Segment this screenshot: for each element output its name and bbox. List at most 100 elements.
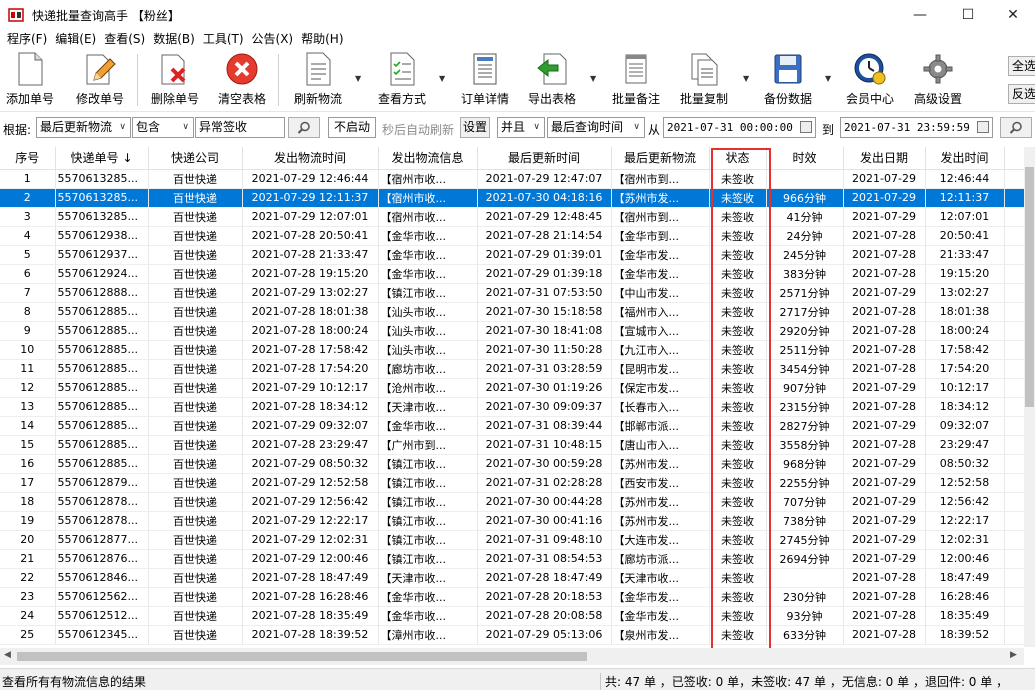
edit-number-button[interactable]: 修改单号 [72,52,128,108]
field-select[interactable]: 最后更新物流 ∨ [36,117,131,138]
cell-index: 23 [0,587,56,607]
batch-copy-dropdown-arrow[interactable]: ▼ [743,74,749,83]
menu-program[interactable]: 程序(F) [3,30,51,48]
keyword-input[interactable]: 异常签收 [195,117,285,138]
cell-tracking-number: 5570612938... [55,226,149,246]
calendar-icon[interactable] [800,121,812,133]
horizontal-scrollbar[interactable]: ◀ ▶ [0,648,1024,665]
col-header-send-clock[interactable]: 发出时间 [925,147,1005,170]
export-table-button[interactable]: 导出表格 [524,52,580,108]
view-mode-dropdown-arrow[interactable]: ▼ [439,74,445,83]
clear-table-button[interactable]: 清空表格 [214,52,270,108]
col-header-last-update-info[interactable]: 最后更新物流 [611,147,710,170]
table-row[interactable]: 18 5570612878... 百世快递 2021-07-29 12:56:42 【镇… [0,492,1024,512]
order-detail-button[interactable]: 订单详情 [457,52,513,108]
cell-send-info: 【镇江市收... [378,454,478,474]
table-row[interactable]: 8 5570612885... 百世快递 2021-07-28 18:01:38 【汕头… [0,302,1024,322]
col-header-index[interactable]: 序号 [0,147,56,170]
horizontal-scroll-thumb[interactable] [17,652,587,661]
auto-refresh-interval[interactable]: 不启动 [328,117,376,138]
table-row[interactable]: 11 5570612885... 百世快递 2021-07-28 17:54:20 【廊… [0,359,1024,379]
search-button[interactable] [288,117,320,138]
cell-tracking-number: 5570613285... [55,169,149,189]
backup-dropdown-arrow[interactable]: ▼ [825,74,831,83]
col-header-courier[interactable]: 快递公司 [148,147,243,170]
calendar-icon[interactable] [977,121,989,133]
cell-courier: 百世快递 [148,188,243,208]
minimize-button[interactable]: — [897,0,943,30]
table-row[interactable]: 15 5570612885... 百世快递 2021-07-28 23:29:47 【广… [0,435,1024,455]
table-row[interactable]: 4 5570612938... 百世快递 2021-07-28 20:50:41 【金华… [0,226,1024,246]
col-header-tracking-number[interactable]: 快递单号 ↓ [55,147,149,170]
menu-help[interactable]: 帮助(H) [297,30,347,48]
backup-data-button[interactable]: 备份数据 [760,52,816,108]
view-mode-button[interactable]: 查看方式 [374,52,430,108]
scroll-right-arrow-icon[interactable]: ▶ [1010,650,1017,660]
col-header-duration[interactable]: 时效 [766,147,844,170]
cell-last-update-time: 2021-07-28 20:08:58 [477,606,612,626]
basis-label: 根据: [3,123,32,137]
operator-select[interactable]: 包含 ∨ [132,117,194,138]
add-number-button[interactable]: 添加单号 [2,52,58,108]
toolbar-separator [278,54,279,106]
table-row[interactable]: 9 5570612885... 百世快递 2021-07-28 18:00:24 【汕头… [0,321,1024,341]
results-table[interactable]: 序号 快递单号 ↓ 快递公司 发出物流时间 发出物流信息 最后更新时间 最后更新物… [0,147,1024,647]
advanced-settings-button[interactable]: 高级设置 [910,52,966,108]
cell-index: 25 [0,625,56,645]
table-row[interactable]: 5 5570612937... 百世快递 2021-07-28 21:33:47 【金华… [0,245,1024,265]
batch-copy-button[interactable]: 批量复制 [676,52,732,108]
table-row[interactable]: 25 5570612345... 百世快递 2021-07-28 18:39:52 【漳… [0,625,1024,645]
table-row[interactable]: 7 5570612888... 百世快递 2021-07-29 13:02:27 【镇江… [0,283,1024,303]
table-row[interactable]: 19 5570612878... 百世快递 2021-07-29 12:22:17 【镇… [0,511,1024,531]
table-row[interactable]: 20 5570612877... 百世快递 2021-07-29 12:02:31 【镇… [0,530,1024,550]
vertical-scrollbar[interactable] [1024,147,1035,647]
col-header-status[interactable]: 状态 [709,147,767,170]
date-search-button[interactable] [1000,117,1032,138]
table-row[interactable]: 13 5570612885... 百世快递 2021-07-28 18:34:12 【天… [0,397,1024,417]
table-row[interactable]: 24 5570612512... 百世快递 2021-07-28 18:35:49 【金… [0,606,1024,626]
table-row[interactable]: 23 5570612562... 百世快递 2021-07-28 16:28:46 【金… [0,587,1024,607]
table-row[interactable]: 2 5570613285... 百世快递 2021-07-29 12:11:37 【宿州… [0,188,1024,208]
logic-select[interactable]: 并且 ∨ [497,117,545,138]
from-date-input[interactable]: 2021-07-31 00:00:00 [663,117,816,138]
menu-tools[interactable]: 工具(T) [199,30,248,48]
delete-number-button[interactable]: 删除单号 [147,52,203,108]
col-header-send-time[interactable]: 发出物流时间 [242,147,379,170]
refresh-logistics-button[interactable]: 刷新物流 [290,52,346,108]
settings-button[interactable]: 设置 [460,117,490,138]
table-row[interactable]: 6 5570612924... 百世快递 2021-07-28 19:15:20 【金华… [0,264,1024,284]
select-all-button[interactable]: 全选 [1008,56,1035,76]
table-row[interactable]: 17 5570612879... 百世快递 2021-07-29 12:52:58 【镇… [0,473,1024,493]
col-header-send-info[interactable]: 发出物流信息 [378,147,478,170]
cell-send-info: 【镇江市收... [378,473,478,493]
export-dropdown-arrow[interactable]: ▼ [590,74,596,83]
cell-tracking-number: 5570612878... [55,511,149,531]
table-row[interactable]: 3 5570613285... 百世快递 2021-07-29 12:07:01 【宿州… [0,207,1024,227]
table-row[interactable]: 22 5570612846... 百世快递 2021-07-28 18:47:49 【天… [0,568,1024,588]
table-row[interactable]: 14 5570612885... 百世快递 2021-07-29 09:32:07 【金… [0,416,1024,436]
table-row[interactable]: 1 5570613285... 百世快递 2021-07-29 12:46:44 【宿州… [0,169,1024,189]
menu-announcement[interactable]: 公告(X) [248,30,298,48]
batch-note-button[interactable]: 批量备注 [608,52,664,108]
scroll-left-arrow-icon[interactable]: ◀ [4,650,11,660]
menu-view[interactable]: 查看(S) [100,30,149,48]
col-header-send-date[interactable]: 发出日期 [843,147,926,170]
invert-selection-button[interactable]: 反选 [1008,84,1035,104]
field-select-value: 最后更新物流 [40,120,113,134]
refresh-dropdown-arrow[interactable]: ▼ [355,74,361,83]
cell-last-update-info: 【中山市发... [611,283,710,303]
close-button[interactable]: ✕ [990,0,1035,30]
col-header-last-update-time[interactable]: 最后更新时间 [477,147,612,170]
maximize-button[interactable]: ☐ [945,0,991,30]
menu-data[interactable]: 数据(B) [149,30,199,48]
table-row[interactable]: 12 5570612885... 百世快递 2021-07-29 10:12:17 【沧… [0,378,1024,398]
vertical-scroll-thumb[interactable] [1025,167,1034,407]
member-center-button[interactable]: 会员中心 [842,52,898,108]
table-row[interactable]: 21 5570612876... 百世快递 2021-07-29 12:00:46 【镇… [0,549,1024,569]
time-field-select[interactable]: 最后查询时间 ∨ [547,117,645,138]
table-row[interactable]: 16 5570612885... 百世快递 2021-07-29 08:50:32 【镇… [0,454,1024,474]
to-date-input[interactable]: 2021-07-31 23:59:59 [840,117,993,138]
menu-edit[interactable]: 编辑(E) [51,30,100,48]
table-row[interactable]: 10 5570612885... 百世快递 2021-07-28 17:58:42 【汕… [0,340,1024,360]
col-header-sign[interactable]: 签 [1004,147,1024,170]
